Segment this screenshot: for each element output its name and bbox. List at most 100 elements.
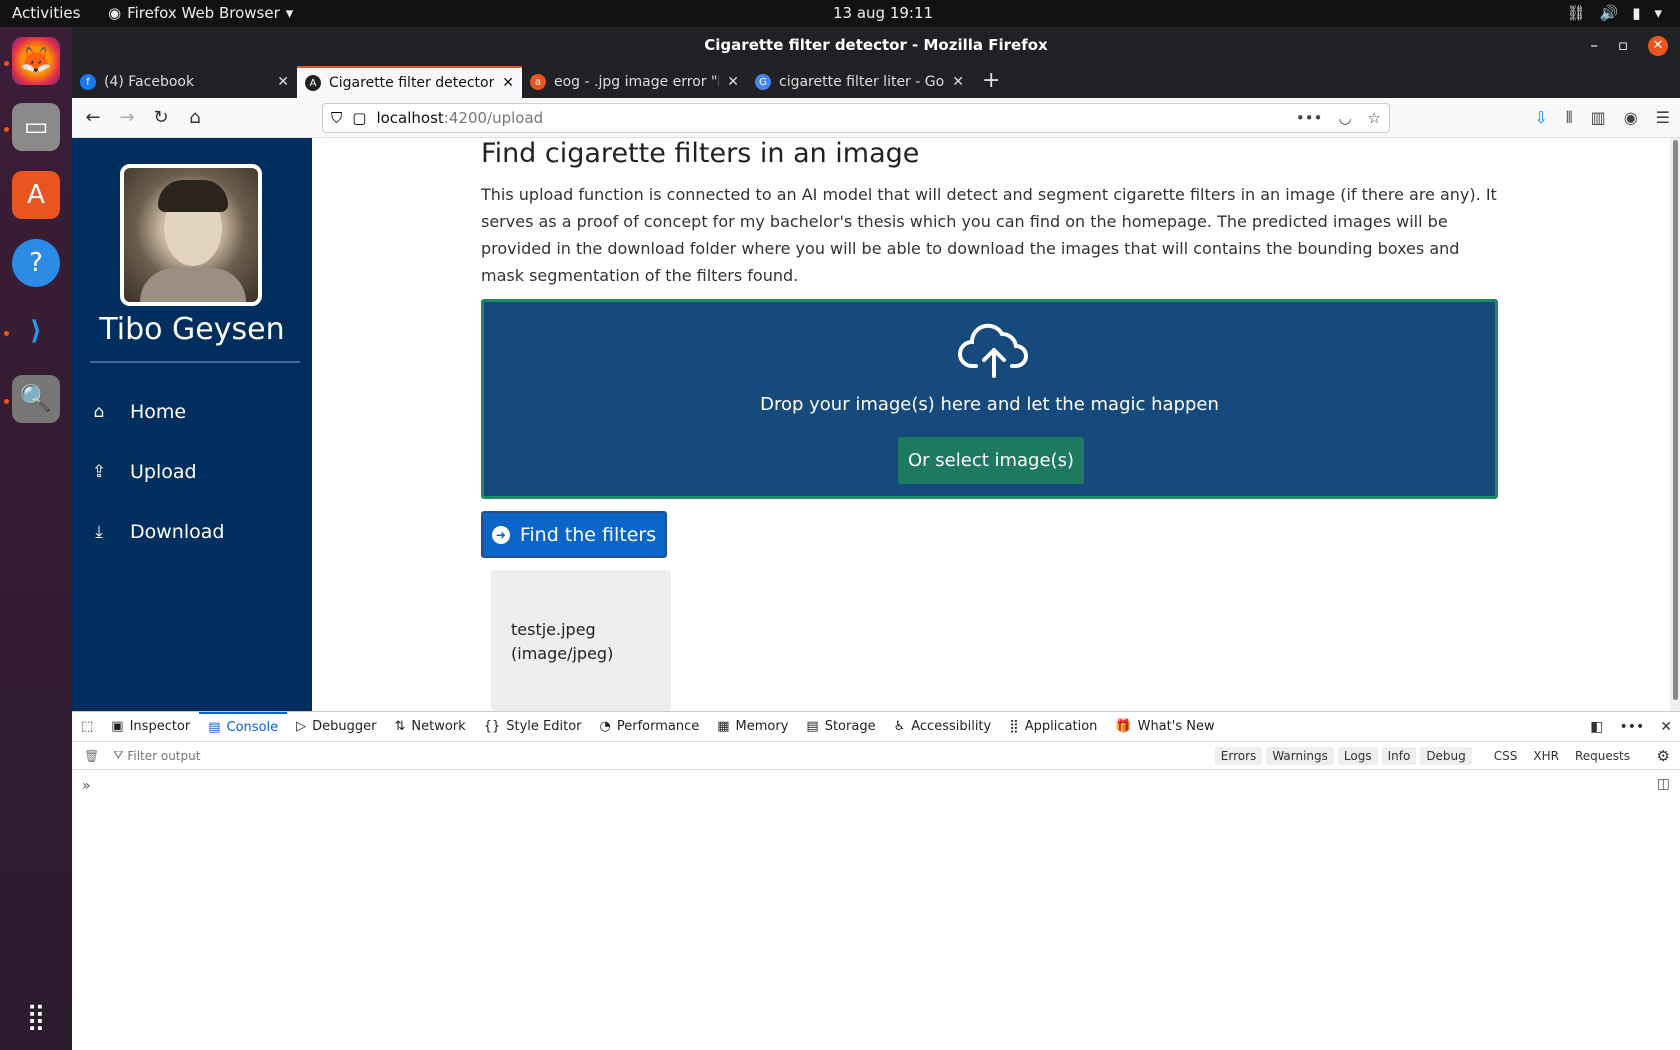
select-images-button[interactable]: Or select image(s) [898,437,1084,484]
devtools-panel: ⬚ ▣ Inspector ▤ Console ▷ Debugger ⇅ Network… [72,711,1680,1050]
pocket-icon[interactable]: ◡ [1338,109,1351,127]
close-icon[interactable]: ✕ [952,74,964,90]
split-console-icon[interactable]: ◫ [1657,776,1670,792]
tab-style-editor[interactable]: {} Style Editor [475,712,591,742]
inspector-icon: ▣ [111,719,124,734]
filter-logs[interactable]: Logs [1337,746,1378,765]
new-tab-button[interactable]: + [972,66,1010,98]
more-options-icon[interactable]: ••• [1619,719,1644,735]
volume-icon: 🔊 [1599,4,1619,22]
sidebar-item-home[interactable]: ⌂ Home [90,382,224,442]
console-icon: ▤ [208,720,221,735]
files-dock-icon[interactable]: ▭ [12,103,60,151]
url-path: :4200/upload [443,108,544,127]
tab-inspector[interactable]: ▣ Inspector [102,712,199,742]
home-button[interactable]: ⌂ [180,103,210,133]
clock[interactable]: 13 aug 19:11 [833,4,933,22]
tab-application[interactable]: ⣿ Application [1000,712,1106,742]
tab-memory[interactable]: ▦ Memory [708,712,797,742]
close-icon[interactable]: ✕ [727,74,739,90]
filter-output-input[interactable]: Filter output [127,749,200,763]
back-button[interactable]: ← [78,103,108,133]
url-bar[interactable]: ⛉ ▢ localhost :4200/upload ••• ◡ ☆ [322,102,1390,133]
close-icon[interactable]: ✕ [1648,35,1668,56]
app-menu[interactable]: ◉ Firefox Web Browser ▾ [108,4,293,22]
tab-label: (4) Facebook [104,74,195,90]
close-icon[interactable]: ✕ [502,75,514,91]
page-info-icon[interactable]: ▢ [352,109,366,127]
library-icon[interactable]: ⫴ [1566,108,1573,128]
memory-icon: ▦ [717,719,730,734]
filter-debug[interactable]: Debug [1420,746,1472,765]
activities-button[interactable]: Activities [12,4,80,22]
system-tray[interactable]: ⛓ 🔊 ▮ ▾ [1566,4,1662,22]
trash-icon[interactable]: 🗑 [84,749,99,763]
forward-button[interactable]: → [112,103,142,133]
upload-icon: ⇪ [91,462,107,482]
tab-cigarette-filter-detector[interactable]: A Cigarette filter detector ✕ [297,66,522,98]
page-scrollbar[interactable] [1670,138,1680,711]
find-filters-button[interactable]: ➜ Find the filters [481,511,667,558]
gear-icon[interactable]: ⚙ [1657,747,1670,765]
page-description: This upload function is connected to an … [481,185,1497,285]
tab-debugger[interactable]: ▷ Debugger [287,712,385,742]
vscode-dock-icon[interactable]: ⟩ [12,307,60,355]
software-dock-icon[interactable]: A [12,171,60,219]
image-viewer-dock-icon[interactable]: 🔍 [12,375,60,423]
tab-accessibility[interactable]: ♿ Accessibility [885,712,1001,742]
close-icon[interactable]: ✕ [277,74,289,90]
home-icon: ⌂ [93,402,105,422]
scrollbar-thumb[interactable] [1673,140,1678,700]
avatar [120,164,262,306]
tab-whats-new[interactable]: 🎁 What's New [1106,712,1223,742]
tab-label: Accessibility [911,719,992,734]
tab-console[interactable]: ▤ Console [199,711,288,742]
console-input[interactable]: » ◫ [72,770,1680,802]
dock-side-icon[interactable]: ◧ [1590,719,1603,735]
tab-label: Memory [735,719,789,734]
show-apps-icon[interactable]: ⣿ [12,993,60,1041]
tab-eog-error[interactable]: a eog - .jpg image error "Er ✕ [522,66,747,98]
firefox-dock-icon[interactable]: 🦊 [12,37,60,85]
grid-icon: ⣿ [1009,719,1019,734]
sidebar-toggle-icon[interactable]: ▥ [1591,108,1606,128]
sidebar-item-download[interactable]: ⤓ Download [90,502,224,562]
filter-errors[interactable]: Errors [1214,746,1263,765]
filter-requests[interactable]: Requests [1569,747,1636,765]
more-actions-icon[interactable]: ••• [1296,109,1323,127]
filter-css[interactable]: CSS [1488,747,1524,765]
tab-performance[interactable]: ◔ Performance [591,712,709,742]
running-indicator [4,127,9,132]
maximize-icon[interactable]: ▫ [1618,27,1628,64]
tab-label: Network [411,719,466,734]
facebook-icon: f [80,74,96,90]
site-nav: ⌂ Home ⇪ Upload ⤓ Download [90,382,225,562]
shield-icon[interactable]: ⛉ [331,109,342,127]
devtools-tabs: ⬚ ▣ Inspector ▤ Console ▷ Debugger ⇅ Network… [72,711,1680,742]
reload-button[interactable]: ↻ [146,103,176,133]
running-indicator [4,399,9,404]
close-icon[interactable]: ✕ [1660,719,1672,735]
downloads-icon[interactable]: ⇩ [1534,108,1547,128]
sidebar-item-upload[interactable]: ⇪ Upload [90,442,224,502]
help-dock-icon[interactable]: ? [12,239,60,287]
tab-storage[interactable]: ▤ Storage [797,712,884,742]
filter-xhr[interactable]: XHR [1527,747,1565,765]
chevron-down-icon: ▾ [285,4,294,22]
account-icon[interactable]: ◉ [1624,108,1638,128]
menu-icon[interactable]: ☰ [1656,108,1670,128]
filter-warnings[interactable]: Warnings [1266,746,1334,765]
tab-google-search[interactable]: G cigarette filter liter - Goo ✕ [747,66,972,98]
find-filters-label: Find the filters [519,523,657,546]
filter-icon: ⛛ [113,748,124,762]
minimize-icon[interactable]: – [1590,27,1598,64]
tab-network[interactable]: ⇅ Network [386,712,475,742]
filter-info[interactable]: Info [1381,746,1417,765]
running-indicator [4,331,9,336]
element-picker-icon[interactable]: ⬚ [72,712,102,742]
tab-facebook[interactable]: f (4) Facebook ✕ [72,66,297,98]
bookmark-star-icon[interactable]: ☆ [1368,109,1381,127]
file-preview-card: testje.jpeg (image/jpeg) [491,570,671,711]
image-dropzone[interactable]: Drop your image(s) here and let the magi… [481,299,1498,499]
url-host: localhost [376,108,444,127]
